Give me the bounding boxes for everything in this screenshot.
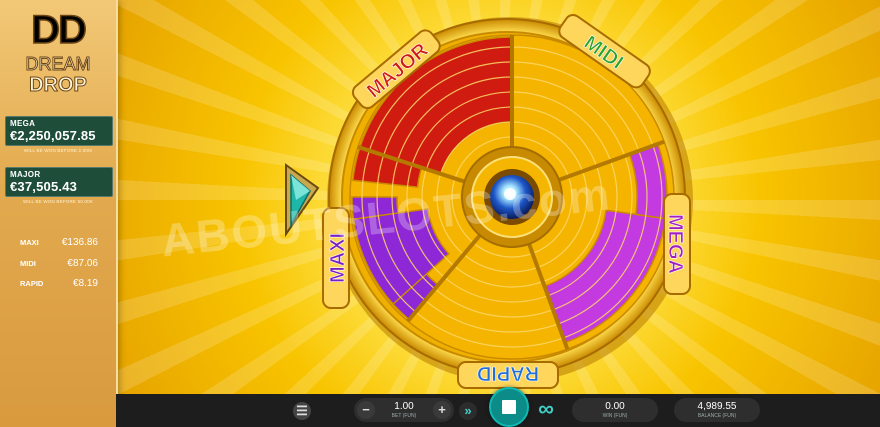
balance-panel: 4,989.55 BALANCE (FUN) [674, 398, 760, 422]
bet-increase-button[interactable]: + [433, 401, 451, 419]
logo-line2: DROP [29, 74, 88, 97]
rapid-jackpot-label: RAPID [20, 279, 44, 288]
mega-jackpot-label: MEGA [10, 119, 36, 128]
bet-panel: − 1.00 BET (FUN) + [354, 398, 454, 422]
maxi-jackpot-row: MAXI €136.86 [20, 237, 98, 250]
logo-line1: DREAM [25, 54, 91, 75]
major-jackpot-note: WILL BE WON BEFORE 50.00K [22, 199, 94, 204]
spin-button[interactable] [489, 387, 529, 427]
midi-jackpot-value: €87.06 [67, 258, 98, 269]
major-jackpot-value: €37,505.43 [10, 179, 78, 194]
menu-icon[interactable]: ☰ [293, 402, 311, 420]
wheel-label-plate: RAPID [457, 361, 559, 389]
mega-jackpot-box: MEGA €2,250,057.85 [5, 116, 113, 146]
rapid-jackpot-row: RAPID €8.19 [20, 278, 98, 291]
logo-letters: DD [22, 7, 94, 53]
turbo-icon[interactable]: » [459, 402, 477, 420]
maxi-jackpot-value: €136.86 [61, 237, 98, 248]
major-jackpot-box: MAJOR €37,505.43 [5, 167, 113, 197]
jackpot-sidebar: DD DREAM DROP MEGA €2,250,057.85 WILL BE… [0, 0, 118, 427]
mega-jackpot-value: €2,250,057.85 [10, 128, 96, 143]
mega-jackpot-note: WILL BE WON BEFORE 2.00M [23, 148, 93, 153]
midi-jackpot-row: MIDI €87.06 [20, 258, 98, 271]
midi-jackpot-label: MIDI [20, 259, 36, 268]
win-value: 0.00 [605, 401, 625, 412]
major-jackpot-label: MAJOR [10, 170, 41, 179]
dream-drop-logo: DD DREAM DROP [8, 7, 108, 102]
wheel-label-text: MEGA [664, 214, 686, 274]
autoplay-icon[interactable]: ∞ [534, 398, 558, 422]
balance-value: 4,989.55 [697, 401, 737, 412]
win-label: WIN (FUN) [602, 413, 628, 419]
balance-label: BALANCE (FUN) [697, 413, 737, 419]
wheel-label-text: RAPID [477, 362, 539, 384]
win-panel: 0.00 WIN (FUN) [572, 398, 658, 422]
maxi-jackpot-label: MAXI [20, 238, 39, 247]
stop-icon [502, 400, 516, 414]
rapid-jackpot-value: €8.19 [72, 278, 98, 289]
wheel-label-plate: MEGA [663, 193, 691, 295]
game-background: MAJOR MIDI MEGA RAPID MAXI ABOUTSLOTS.com [0, 0, 880, 427]
bottom-control-bar: ☰ − 1.00 BET (FUN) + » ∞ 0.00 WIN (FUN) … [116, 387, 880, 427]
